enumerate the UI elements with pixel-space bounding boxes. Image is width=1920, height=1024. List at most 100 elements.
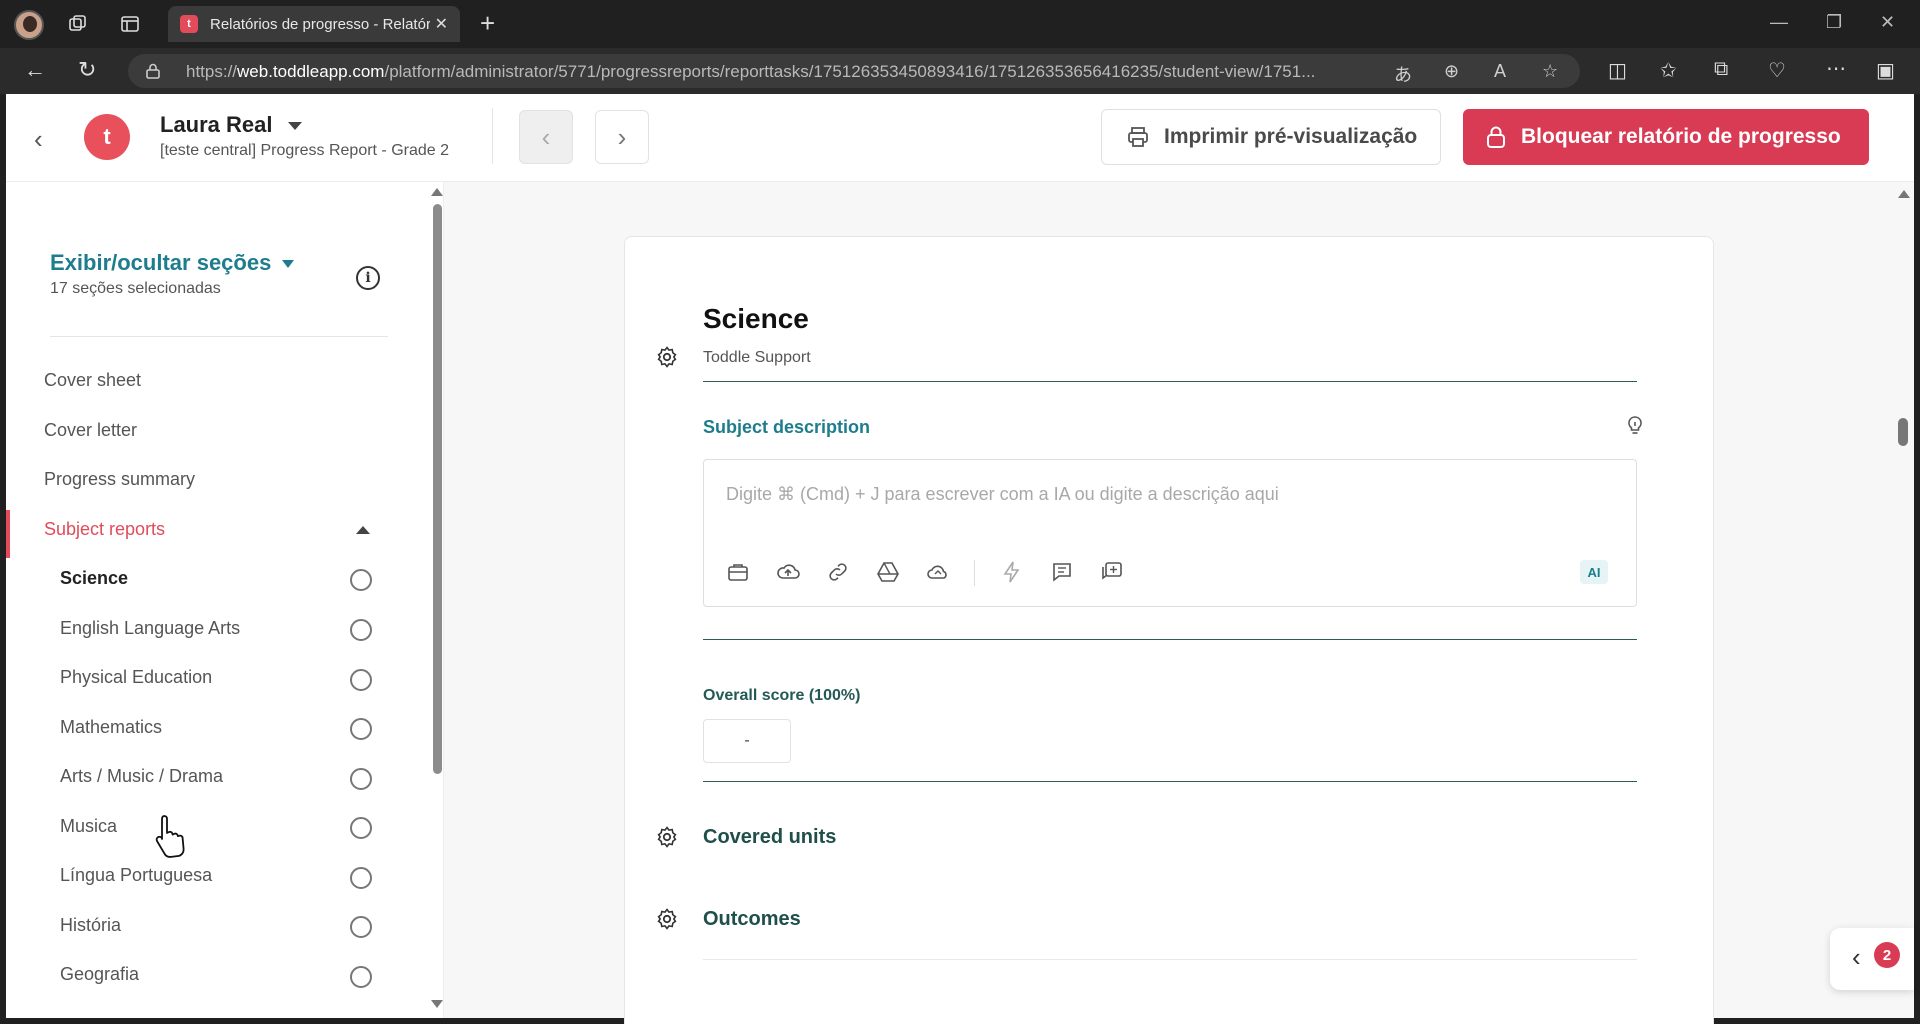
subject-radio-physical-education[interactable] [350, 669, 372, 691]
collapse-chevron-up-icon[interactable] [356, 526, 370, 534]
onedrive-icon[interactable] [926, 560, 950, 584]
subject-radio-arts-music-drama[interactable] [350, 768, 372, 790]
add-comment-icon[interactable] [1100, 560, 1124, 584]
toddle-logo: t [84, 114, 130, 160]
ai-assist-button[interactable]: AI [1580, 560, 1608, 584]
google-drive-icon[interactable] [876, 560, 900, 584]
window-close-icon[interactable]: ✕ [1880, 12, 1895, 33]
sidebar-item-cover-letter[interactable]: Cover letter [44, 420, 137, 441]
section-author: Toddle Support [703, 349, 811, 366]
settings-gear-icon[interactable] [655, 907, 679, 931]
workspaces-icon[interactable] [66, 12, 90, 36]
profile-avatar[interactable] [14, 10, 44, 40]
subject-radio-lingua-portuguesa[interactable] [350, 867, 372, 889]
info-icon[interactable]: i [356, 266, 380, 290]
print-preview-label: Imprimir pré-visualização [1164, 125, 1418, 148]
more-menu-icon[interactable]: ⋯ [1826, 56, 1846, 81]
translate-icon[interactable]: あ [1394, 61, 1412, 87]
split-screen-icon[interactable]: ◫ [1608, 58, 1627, 83]
sidebar-scrollbar[interactable] [433, 204, 442, 774]
sidebar-item-subject-reports[interactable]: Subject reports [44, 519, 165, 540]
subject-item-arts-music-drama[interactable]: Arts / Music / Drama [60, 766, 223, 787]
chevron-left-icon: ‹ [1852, 942, 1861, 972]
url-text: https://web.toddleapp.com/platform/admin… [186, 62, 1316, 81]
tab-close-icon[interactable]: ✕ [435, 14, 448, 34]
restore-icon[interactable]: ❐ [1826, 12, 1842, 33]
new-tab-icon[interactable]: + [480, 10, 495, 36]
url-field[interactable]: https://web.toddleapp.com/platform/admin… [128, 54, 1580, 88]
lock-report-label: Bloquear relatório de progresso [1521, 125, 1841, 148]
lock-report-button[interactable]: Bloquear relatório de progresso [1463, 109, 1869, 165]
subject-item-physical-education[interactable]: Physical Education [60, 667, 212, 688]
overall-score-field[interactable]: - [703, 719, 791, 763]
subject-item-lingua-portuguesa[interactable]: Língua Portuguesa [60, 865, 212, 886]
comments-panel-toggle[interactable]: ‹ 2 [1830, 928, 1914, 990]
lightbulb-icon[interactable] [1625, 415, 1645, 437]
previous-student-button[interactable]: ‹ [519, 110, 573, 164]
subject-item-geografia[interactable]: Geografia [60, 964, 139, 985]
sidebar-item-progress-summary[interactable]: Progress summary [44, 469, 195, 490]
browser-tab-active[interactable]: t Relatórios de progresso - Relatórios ✕ [168, 6, 460, 42]
main-scrollbar[interactable] [1898, 418, 1908, 446]
active-section-indicator [6, 510, 10, 558]
subject-radio-musica[interactable] [350, 817, 372, 839]
link-icon[interactable] [826, 560, 850, 584]
selected-sections-count: 17 seções selecionadas [50, 280, 221, 297]
section-title: Science [703, 303, 809, 334]
sidebar-toggle-icon[interactable]: ▣ [1876, 58, 1895, 83]
lock-icon[interactable] [146, 63, 160, 79]
section-divider [703, 381, 1637, 382]
refresh-icon[interactable]: ↻ [78, 58, 96, 82]
upload-cloud-icon[interactable] [776, 560, 800, 584]
tab-actions-icon[interactable] [118, 12, 142, 36]
minimize-icon[interactable]: — [1770, 12, 1788, 33]
subject-radio-historia[interactable] [350, 916, 372, 938]
subject-item-science[interactable]: Science [60, 568, 128, 589]
subject-item-musica[interactable]: Musica [60, 816, 117, 837]
sections-sidebar: Exibir/ocultar seções 17 seções selecion… [6, 182, 444, 1018]
editor-placeholder: Digite ⌘ (Cmd) + J para escrever com a I… [726, 484, 1279, 504]
sections-dropdown-caret-icon[interactable] [282, 260, 294, 268]
notification-badge: 2 [1874, 942, 1900, 968]
sidebar-item-cover-sheet[interactable]: Cover sheet [44, 370, 141, 391]
settings-gear-icon[interactable] [655, 345, 679, 369]
back-arrow-icon[interactable]: ← [24, 58, 46, 82]
outcomes-heading: Outcomes [703, 908, 801, 930]
zoom-icon[interactable]: ⊕ [1444, 61, 1459, 82]
sidebar-scroll-down-icon[interactable] [431, 1000, 443, 1008]
subject-radio-geografia[interactable] [350, 966, 372, 988]
show-hide-sections-toggle[interactable]: Exibir/ocultar seções [50, 250, 271, 276]
comment-icon[interactable] [1050, 560, 1074, 584]
student-dropdown-caret-icon[interactable] [288, 122, 302, 130]
sidebar-divider [50, 336, 388, 337]
browser-address-bar: ← ↻ https://web.toddleapp.com/platform/a… [0, 48, 1920, 94]
lightning-icon[interactable] [1000, 560, 1024, 584]
report-name: [teste central] Progress Report - Grade … [160, 142, 450, 159]
subject-description-label: Subject description [703, 417, 871, 437]
toolbar-separator [974, 560, 975, 586]
subject-radio-mathematics[interactable] [350, 718, 372, 740]
settings-gear-icon[interactable] [655, 825, 679, 849]
next-student-button[interactable]: › [595, 110, 649, 164]
browser-essentials-icon[interactable]: ♡ [1768, 58, 1786, 83]
toddle-app: ‹ t Laura Real [teste central] Progress … [6, 94, 1914, 1024]
print-preview-button[interactable]: Imprimir pré-visualização [1101, 109, 1441, 165]
subject-report-card: Science Toddle Support Subject descripti… [624, 236, 1714, 1024]
subject-item-historia[interactable]: História [60, 915, 121, 936]
report-content-area: Science Toddle Support Subject descripti… [444, 182, 1914, 1024]
sidebar-scroll-up-icon[interactable] [431, 188, 443, 196]
read-aloud-icon[interactable]: A [1494, 61, 1506, 82]
subject-description-editor[interactable]: Digite ⌘ (Cmd) + J para escrever com a I… [703, 459, 1637, 607]
header-back-icon[interactable]: ‹ [34, 124, 43, 155]
favorite-star-icon[interactable]: ☆ [1542, 61, 1558, 82]
resource-bag-icon[interactable] [726, 560, 750, 584]
subject-item-mathematics[interactable]: Mathematics [60, 717, 162, 738]
student-name[interactable]: Laura Real [160, 112, 273, 138]
collections-icon[interactable]: ⧉ [1714, 58, 1728, 81]
overall-score-label: Overall score (100%) [703, 687, 861, 704]
favorites-icon[interactable]: ✩ [1660, 58, 1677, 83]
subject-radio-english[interactable] [350, 619, 372, 641]
subject-radio-science[interactable] [350, 569, 372, 591]
subject-item-english[interactable]: English Language Arts [60, 618, 240, 639]
main-scroll-up-icon[interactable] [1898, 190, 1910, 198]
